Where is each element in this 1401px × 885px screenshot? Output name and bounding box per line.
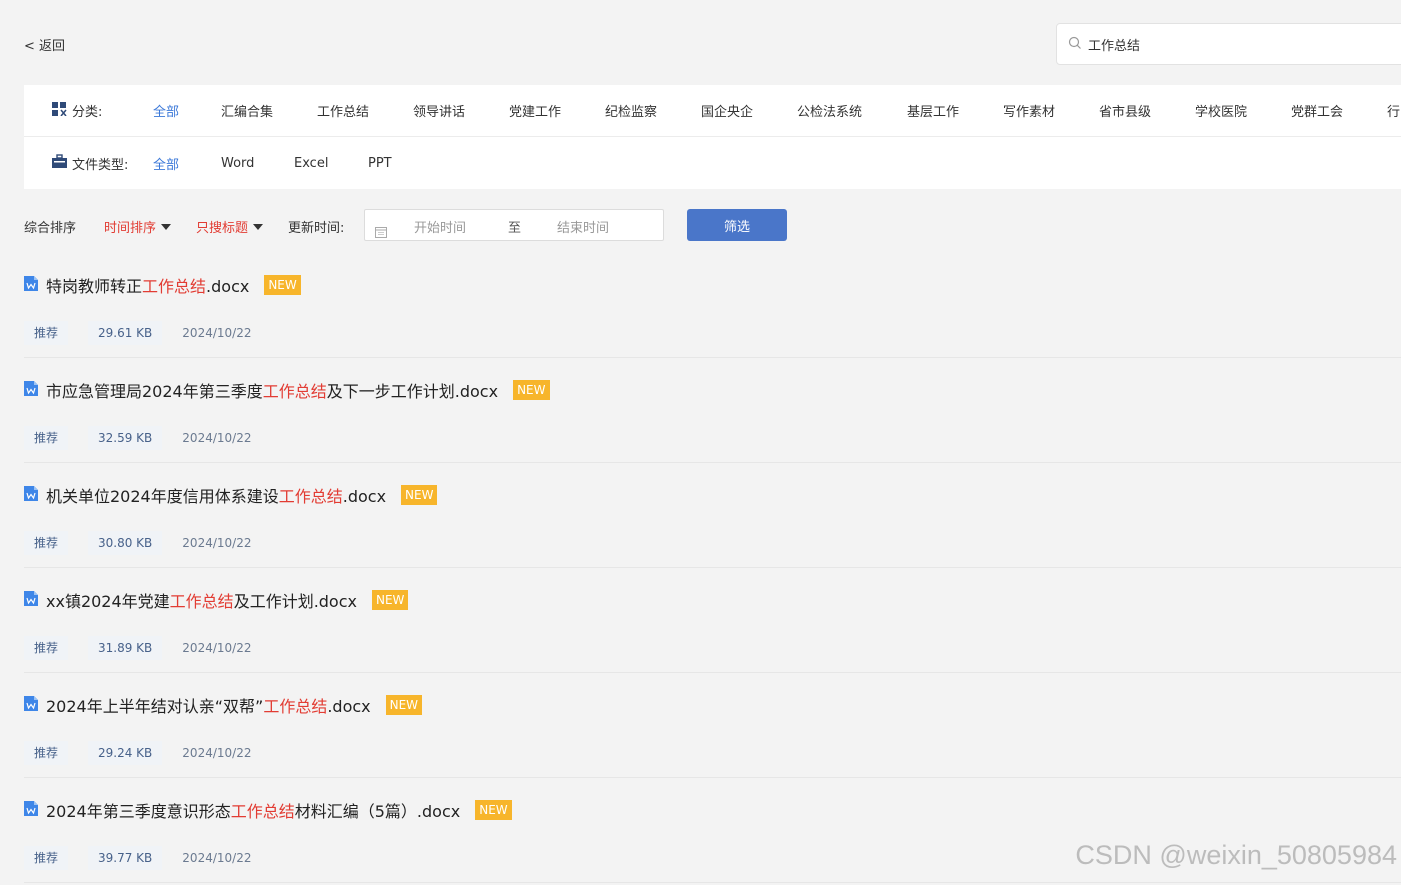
category-all[interactable]: 全部 (153, 101, 179, 120)
file-size: 32.59 KB (88, 426, 163, 450)
upload-date: 2024/10/22 (182, 431, 252, 445)
word-doc-icon (24, 380, 46, 400)
word-doc-icon (24, 485, 46, 505)
date-range-picker[interactable]: 开始时间 至 结束时间 (364, 209, 664, 241)
result-meta: 推荐 30.80 KB 2024/10/22 (24, 531, 251, 555)
category-item[interactable]: 纪检监察 (605, 101, 657, 120)
result-meta: 推荐 31.89 KB 2024/10/22 (24, 636, 251, 660)
category-item[interactable]: 公检法系统 (797, 101, 862, 120)
category-item[interactable]: 党建工作 (509, 101, 561, 120)
result-title-link[interactable]: xx镇2024年党建工作总结及工作计划.docx NEW (24, 588, 409, 612)
new-badge: NEW (475, 800, 512, 820)
category-item[interactable]: 学校医院 (1195, 101, 1247, 120)
filter-panel: 分类: 全部 汇编合集 工作总结 领导讲话 党建工作 纪检监察 国企央企 公检法… (24, 85, 1401, 189)
result-meta: 推荐 29.24 KB 2024/10/22 (24, 741, 251, 765)
result-item: 特岗教师转正工作总结.docx NEW 推荐 29.61 KB 2024/10/… (24, 253, 1401, 358)
result-title: 市应急管理局2024年第三季度工作总结及下一步工作计划.docx (46, 382, 499, 401)
sort-comprehensive[interactable]: 综合排序 (24, 217, 76, 236)
upload-date: 2024/10/22 (182, 641, 252, 655)
filter-button[interactable]: 筛选 (687, 209, 787, 241)
result-meta: 推荐 39.77 KB 2024/10/22 (24, 846, 251, 870)
file-size: 29.61 KB (88, 321, 163, 345)
result-title: 机关单位2024年度信用体系建设工作总结.docx (46, 487, 387, 506)
category-filter-row: 分类: 全部 汇编合集 工作总结 领导讲话 党建工作 纪检监察 国企央企 公检法… (24, 85, 1401, 137)
new-badge: NEW (513, 380, 550, 400)
result-item: 机关单位2024年度信用体系建设工作总结.docx NEW 推荐 30.80 K… (24, 463, 1401, 568)
word-doc-icon (24, 275, 46, 295)
search-box[interactable] (1056, 23, 1401, 65)
word-doc-icon (24, 590, 46, 610)
result-title-link[interactable]: 机关单位2024年度信用体系建设工作总结.docx NEW (24, 483, 438, 507)
watermark: CSDN @weixin_50805984 (1075, 840, 1397, 870)
recommend-tag: 推荐 (24, 531, 69, 555)
recommend-tag: 推荐 (24, 636, 69, 660)
recommend-tag: 推荐 (24, 741, 69, 765)
file-size: 31.89 KB (88, 636, 163, 660)
result-meta: 推荐 29.61 KB 2024/10/22 (24, 321, 251, 345)
result-title: 特岗教师转正工作总结.docx (46, 277, 250, 296)
file-size: 30.80 KB (88, 531, 163, 555)
recommend-tag: 推荐 (24, 846, 69, 870)
result-title-link[interactable]: 特岗教师转正工作总结.docx NEW (24, 273, 301, 297)
category-item[interactable]: 工作总结 (317, 101, 369, 120)
file-size: 39.77 KB (88, 846, 163, 870)
word-doc-icon (24, 800, 46, 820)
end-time-input[interactable]: 结束时间 (557, 217, 609, 236)
file-size: 29.24 KB (88, 741, 163, 765)
start-time-input[interactable]: 开始时间 (414, 217, 466, 236)
caret-down-icon (253, 224, 264, 230)
recommend-tag: 推荐 (24, 321, 69, 345)
word-doc-icon (24, 695, 46, 715)
category-item[interactable]: 写作素材 (1003, 101, 1055, 120)
result-title: 2024年第三季度意识形态工作总结材料汇编（5篇）.docx (46, 802, 461, 821)
sort-bar: 综合排序 时间排序 只搜标题 更新时间: 开始时间 至 结束时间 筛选 (24, 209, 824, 241)
filetype-excel[interactable]: Excel (294, 156, 328, 171)
filetype-label: 文件类型: (52, 154, 128, 173)
new-badge: NEW (401, 485, 438, 505)
result-meta: 推荐 32.59 KB 2024/10/22 (24, 426, 251, 450)
sort-by-time[interactable]: 时间排序 (104, 217, 172, 236)
result-title-link[interactable]: 市应急管理局2024年第三季度工作总结及下一步工作计划.docx NEW (24, 378, 550, 402)
upload-date: 2024/10/22 (182, 536, 252, 550)
category-label: 分类: (52, 101, 102, 120)
filetype-word[interactable]: Word (221, 156, 254, 171)
category-item[interactable]: 基层工作 (907, 101, 959, 120)
recommend-tag: 推荐 (24, 426, 69, 450)
grid-icon (52, 101, 72, 120)
new-badge: NEW (372, 590, 409, 610)
result-item: 2024年上半年结对认亲“双帮”工作总结.docx NEW 推荐 29.24 K… (24, 673, 1401, 778)
category-item[interactable]: 领导讲话 (413, 101, 465, 120)
result-title: 2024年上半年结对认亲“双帮”工作总结.docx (46, 697, 371, 716)
update-time-label: 更新时间: (288, 221, 345, 236)
result-title: xx镇2024年党建工作总结及工作计划.docx (46, 592, 357, 611)
result-item: 市应急管理局2024年第三季度工作总结及下一步工作计划.docx NEW 推荐 … (24, 358, 1401, 463)
category-item[interactable]: 省市县级 (1099, 101, 1151, 120)
result-list: 特岗教师转正工作总结.docx NEW 推荐 29.61 KB 2024/10/… (24, 253, 1401, 883)
back-link[interactable]: < 返回 (24, 35, 65, 54)
category-item[interactable]: 汇编合集 (221, 101, 273, 120)
result-title-link[interactable]: 2024年上半年结对认亲“双帮”工作总结.docx NEW (24, 693, 423, 717)
new-badge: NEW (264, 275, 301, 295)
title-only-toggle[interactable]: 只搜标题 (196, 217, 264, 236)
upload-date: 2024/10/22 (182, 326, 252, 340)
result-title-link[interactable]: 2024年第三季度意识形态工作总结材料汇编（5篇）.docx NEW (24, 798, 512, 822)
upload-date: 2024/10/22 (182, 851, 252, 865)
category-item[interactable]: 行 (1387, 101, 1400, 120)
range-separator: 至 (508, 221, 522, 236)
filetype-ppt[interactable]: PPT (368, 156, 392, 171)
new-badge: NEW (385, 695, 423, 715)
briefcase-icon (52, 154, 72, 172)
search-input[interactable] (1088, 36, 1368, 52)
category-item[interactable]: 党群工会 (1291, 101, 1343, 120)
caret-down-icon (161, 224, 172, 230)
search-icon (1068, 35, 1082, 54)
filetype-all[interactable]: 全部 (153, 154, 179, 173)
filetype-filter-row: 文件类型: 全部 Word Excel PPT (24, 137, 1401, 189)
category-item[interactable]: 国企央企 (701, 101, 753, 120)
result-item: xx镇2024年党建工作总结及工作计划.docx NEW 推荐 31.89 KB… (24, 568, 1401, 673)
upload-date: 2024/10/22 (182, 746, 252, 760)
